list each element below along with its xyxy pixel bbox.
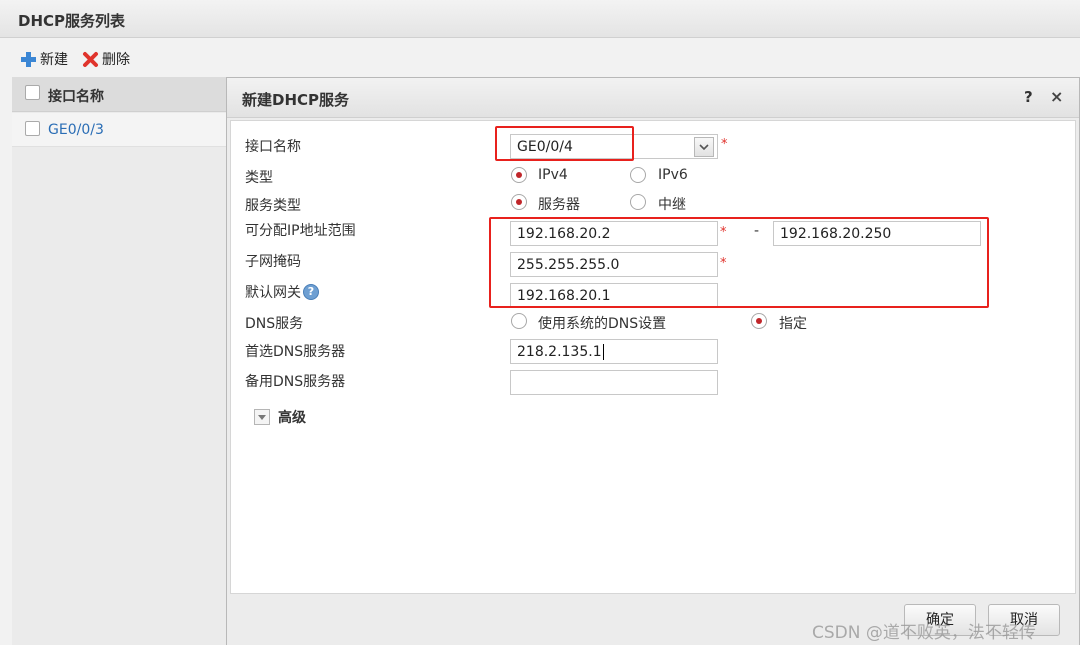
dns-service-label: DNS服务 (245, 316, 304, 332)
watermark: CSDN @道不败英，法不轻传 (812, 623, 1036, 643)
text-cursor (602, 344, 604, 360)
radio-relay-label: 中继 (658, 197, 686, 213)
radio-ipv6-label: IPv6 (658, 167, 688, 183)
radio-server[interactable] (511, 194, 527, 210)
primary-dns-value: 218.2.135.1 (517, 344, 602, 360)
ip-range-label: 可分配IP地址范围 (245, 223, 356, 239)
secondary-dns-input[interactable] (510, 370, 718, 395)
column-header-interface: 接口名称 (48, 89, 104, 105)
new-button[interactable]: 新建 (20, 49, 68, 69)
select-all-checkbox[interactable] (25, 85, 40, 100)
table-row[interactable]: GE0/0/3 (12, 113, 226, 147)
primary-dns-label: 首选DNS服务器 (245, 344, 346, 360)
range-separator: - (754, 223, 760, 239)
interface-list: 接口名称 GE0/0/3 (12, 77, 226, 645)
subnet-mask-label: 子网掩码 (245, 254, 301, 270)
interface-select-value: GE0/0/4 (517, 139, 573, 155)
dialog-title: 新建DHCP服务 (242, 91, 350, 109)
ip-range-end-input[interactable]: 192.168.20.250 (773, 221, 981, 246)
toolbar: 新建 删除 (0, 39, 1080, 77)
close-button[interactable]: × (1050, 87, 1063, 106)
new-dhcp-dialog: 新建DHCP服务 ? × 接口名称 GE0/0/4 * 类型 IPv4 IPv6… (226, 77, 1080, 645)
subnet-mask-input[interactable]: 255.255.255.0 (510, 252, 718, 277)
radio-system-dns-label: 使用系统的DNS设置 (538, 316, 667, 332)
required-mark: * (720, 256, 727, 271)
radio-server-label: 服务器 (538, 197, 580, 213)
new-button-label: 新建 (40, 52, 68, 68)
dialog-title-bar: 新建DHCP服务 ? × (227, 78, 1079, 118)
radio-specify-dns-label: 指定 (779, 316, 807, 332)
panel-title: DHCP服务列表 (18, 12, 126, 30)
ip-range-start-input[interactable]: 192.168.20.2 (510, 221, 718, 246)
ip-range-end-value: 192.168.20.250 (780, 226, 892, 242)
chevron-down-icon[interactable] (694, 137, 714, 157)
interface-link[interactable]: GE0/0/3 (48, 122, 104, 138)
radio-ipv6[interactable] (630, 167, 646, 183)
subnet-mask-value: 255.255.255.0 (517, 257, 620, 273)
advanced-toggle-label[interactable]: 高级 (278, 407, 306, 427)
secondary-dns-label: 备用DNS服务器 (245, 374, 346, 390)
radio-relay[interactable] (630, 194, 646, 210)
required-mark: * (721, 137, 728, 152)
radio-ipv4-label: IPv4 (538, 167, 568, 183)
interface-label: 接口名称 (245, 139, 301, 155)
service-type-label: 服务类型 (245, 198, 301, 214)
gateway-input[interactable]: 192.168.20.1 (510, 283, 718, 308)
required-mark: * (720, 225, 727, 240)
primary-dns-input[interactable]: 218.2.135.1 (510, 339, 718, 364)
help-button[interactable]: ? (1024, 88, 1033, 106)
interface-select[interactable]: GE0/0/4 (510, 134, 718, 159)
delete-button[interactable]: 删除 (82, 49, 130, 69)
panel-header: DHCP服务列表 (0, 0, 1080, 38)
plus-icon (20, 51, 37, 68)
dialog-form: 接口名称 GE0/0/4 * 类型 IPv4 IPv6 服务类型 服务器 中继 … (230, 120, 1076, 594)
radio-system-dns[interactable] (511, 313, 527, 329)
chevron-down-icon[interactable] (254, 409, 270, 425)
delete-button-label: 删除 (102, 52, 130, 68)
list-header: 接口名称 (12, 77, 226, 112)
row-checkbox[interactable] (25, 121, 40, 136)
gateway-label: 默认网关 (245, 285, 301, 301)
ip-range-start-value: 192.168.20.2 (517, 226, 611, 242)
gateway-value: 192.168.20.1 (517, 288, 611, 304)
radio-ipv4[interactable] (511, 167, 527, 183)
question-icon[interactable]: ? (303, 284, 319, 300)
radio-specify-dns[interactable] (751, 313, 767, 329)
type-label: 类型 (245, 170, 273, 186)
delete-x-icon (82, 51, 99, 68)
